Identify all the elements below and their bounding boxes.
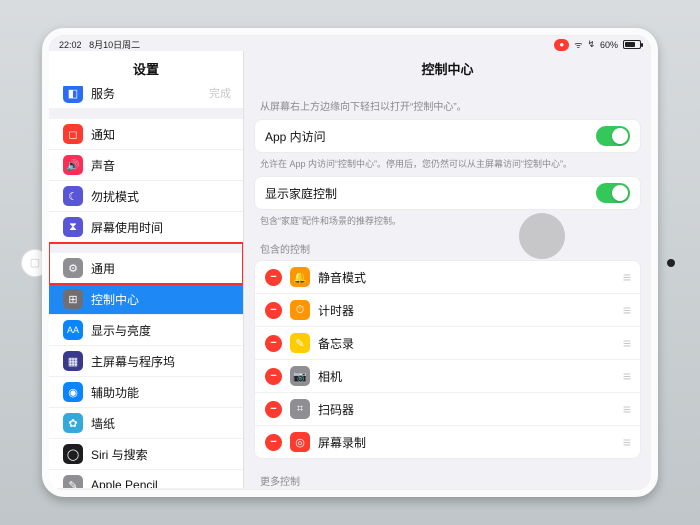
battery-pct: 60% <box>600 40 618 50</box>
remove-control-button[interactable]: − <box>265 401 282 418</box>
control-icon: 🔔 <box>290 267 310 287</box>
detail-title: 控制中心 <box>244 51 651 86</box>
remove-control-button[interactable]: − <box>265 302 282 319</box>
sounds-icon: 🔊 <box>63 155 83 175</box>
toggle-row-in-app[interactable]: App 内访问 <box>255 120 640 152</box>
wallpaper-icon: ✿ <box>63 413 83 433</box>
dnd-icon: ☾ <box>63 186 83 206</box>
intro-text: 从屏幕右上方边缘向下轻扫以打开“控制中心”。 <box>244 86 651 119</box>
remove-control-button[interactable]: − <box>265 368 282 385</box>
sidebar-item-control-center[interactable]: ⊞ 控制中心 <box>49 284 243 315</box>
sidebar-item-accessibility[interactable]: ◉ 辅助功能 <box>49 377 243 408</box>
battery-icon <box>623 40 641 49</box>
screentime-icon: ⧗ <box>63 217 83 237</box>
touch-cursor <box>519 213 565 259</box>
control-row[interactable]: −⏱ 计时器 ≡ <box>255 294 640 327</box>
sidebar-item-notifications[interactable]: ◻ 通知 <box>49 109 243 150</box>
control-row[interactable]: −✎ 备忘录 ≡ <box>255 327 640 360</box>
toggle-home[interactable] <box>596 183 630 203</box>
siri-icon: ◯ <box>63 444 83 464</box>
control-icon: ✎ <box>290 333 310 353</box>
reorder-grip-icon[interactable]: ≡ <box>623 368 630 384</box>
sidebar-item-home-dock[interactable]: ▦ 主屏幕与程序坞 <box>49 346 243 377</box>
control-row[interactable]: −◎ 屏幕录制 ≡ <box>255 426 640 458</box>
control-label: 计时器 <box>318 302 615 319</box>
detail-pane: 控制中心 从屏幕右上方边缘向下轻扫以打开“控制中心”。 App 内访问 允许在 … <box>244 51 651 488</box>
control-icon: ⏱ <box>290 300 310 320</box>
control-label: 屏幕录制 <box>318 434 615 451</box>
status-bar: 22:02 8月10日周二 ● ᯤ ↯ 60% <box>49 35 651 51</box>
ipad-camera <box>667 259 675 267</box>
in-app-footnote: 允许在 App 内访问“控制中心”。停用后，您仍然可以从主屏幕访问“控制中心”。 <box>244 153 651 170</box>
sidebar-item-sounds[interactable]: 🔊 声音 <box>49 150 243 181</box>
control-label: 备忘录 <box>318 335 615 352</box>
accessibility-icon: ◉ <box>63 382 83 402</box>
control-label: 扫码器 <box>318 401 615 418</box>
general-icon: ⚙ <box>63 258 83 278</box>
control-icon: 📷 <box>290 366 310 386</box>
settings-sidebar: 设置 ◧ 服务 完成 ◻ 通知 🔊 声音 ☾ 勿扰模式 <box>49 51 244 488</box>
pencil-icon: ✎ <box>63 475 83 488</box>
sidebar-item-wallpaper[interactable]: ✿ 墙纸 <box>49 408 243 439</box>
control-row[interactable]: −⌗ 扫码器 ≡ <box>255 393 640 426</box>
screen-record-indicator[interactable]: ● <box>554 39 569 51</box>
sidebar-item-display[interactable]: AA 显示与亮度 <box>49 315 243 346</box>
sidebar-item-dnd[interactable]: ☾ 勿扰模式 <box>49 181 243 212</box>
control-label: 静音模式 <box>318 269 615 286</box>
remove-control-button[interactable]: − <box>265 269 282 286</box>
reorder-grip-icon[interactable]: ≡ <box>623 269 630 285</box>
control-center-icon: ⊞ <box>63 289 83 309</box>
notifications-icon: ◻ <box>63 124 83 144</box>
toggle-row-home[interactable]: 显示家庭控制 <box>255 177 640 209</box>
bluetooth-icon: ↯ <box>587 39 595 50</box>
status-time: 22:02 <box>59 40 82 50</box>
reorder-grip-icon[interactable]: ≡ <box>623 302 630 318</box>
display-icon: AA <box>63 320 83 340</box>
services-icon: ◧ <box>63 86 83 103</box>
screen: 22:02 8月10日周二 ● ᯤ ↯ 60% 设置 ◧ 服务 完成 ◻ <box>42 28 658 497</box>
reorder-grip-icon[interactable]: ≡ <box>623 434 630 450</box>
home-footnote: 包含“家庭”配件和场景的推荐控制。 <box>244 210 651 227</box>
reorder-grip-icon[interactable]: ≡ <box>623 401 630 417</box>
status-date: 8月10日周二 <box>89 40 140 50</box>
remove-control-button[interactable]: − <box>265 335 282 352</box>
control-row[interactable]: −📷 相机 ≡ <box>255 360 640 393</box>
wifi-icon: ᯤ <box>574 38 582 51</box>
sidebar-item-siri[interactable]: ◯ Siri 与搜索 <box>49 439 243 470</box>
control-row[interactable]: −🔔 静音模式 ≡ <box>255 261 640 294</box>
sidebar-item-screentime[interactable]: ⧗ 屏幕使用时间 <box>49 212 243 243</box>
reorder-grip-icon[interactable]: ≡ <box>623 335 630 351</box>
control-label: 相机 <box>318 368 615 385</box>
sidebar-item-general[interactable]: ⚙ 通用 <box>49 243 243 284</box>
sidebar-title: 设置 <box>49 51 243 86</box>
control-icon: ◎ <box>290 432 310 452</box>
more-header: 更多控制 <box>244 459 651 488</box>
sidebar-item-pencil[interactable]: ✎ Apple Pencil <box>49 470 243 488</box>
included-header: 包含的控制 <box>244 227 651 260</box>
remove-control-button[interactable]: − <box>265 434 282 451</box>
control-icon: ⌗ <box>290 399 310 419</box>
sidebar-item-services[interactable]: ◧ 服务 完成 <box>49 86 243 109</box>
toggle-in-app[interactable] <box>596 126 630 146</box>
home-dock-icon: ▦ <box>63 351 83 371</box>
